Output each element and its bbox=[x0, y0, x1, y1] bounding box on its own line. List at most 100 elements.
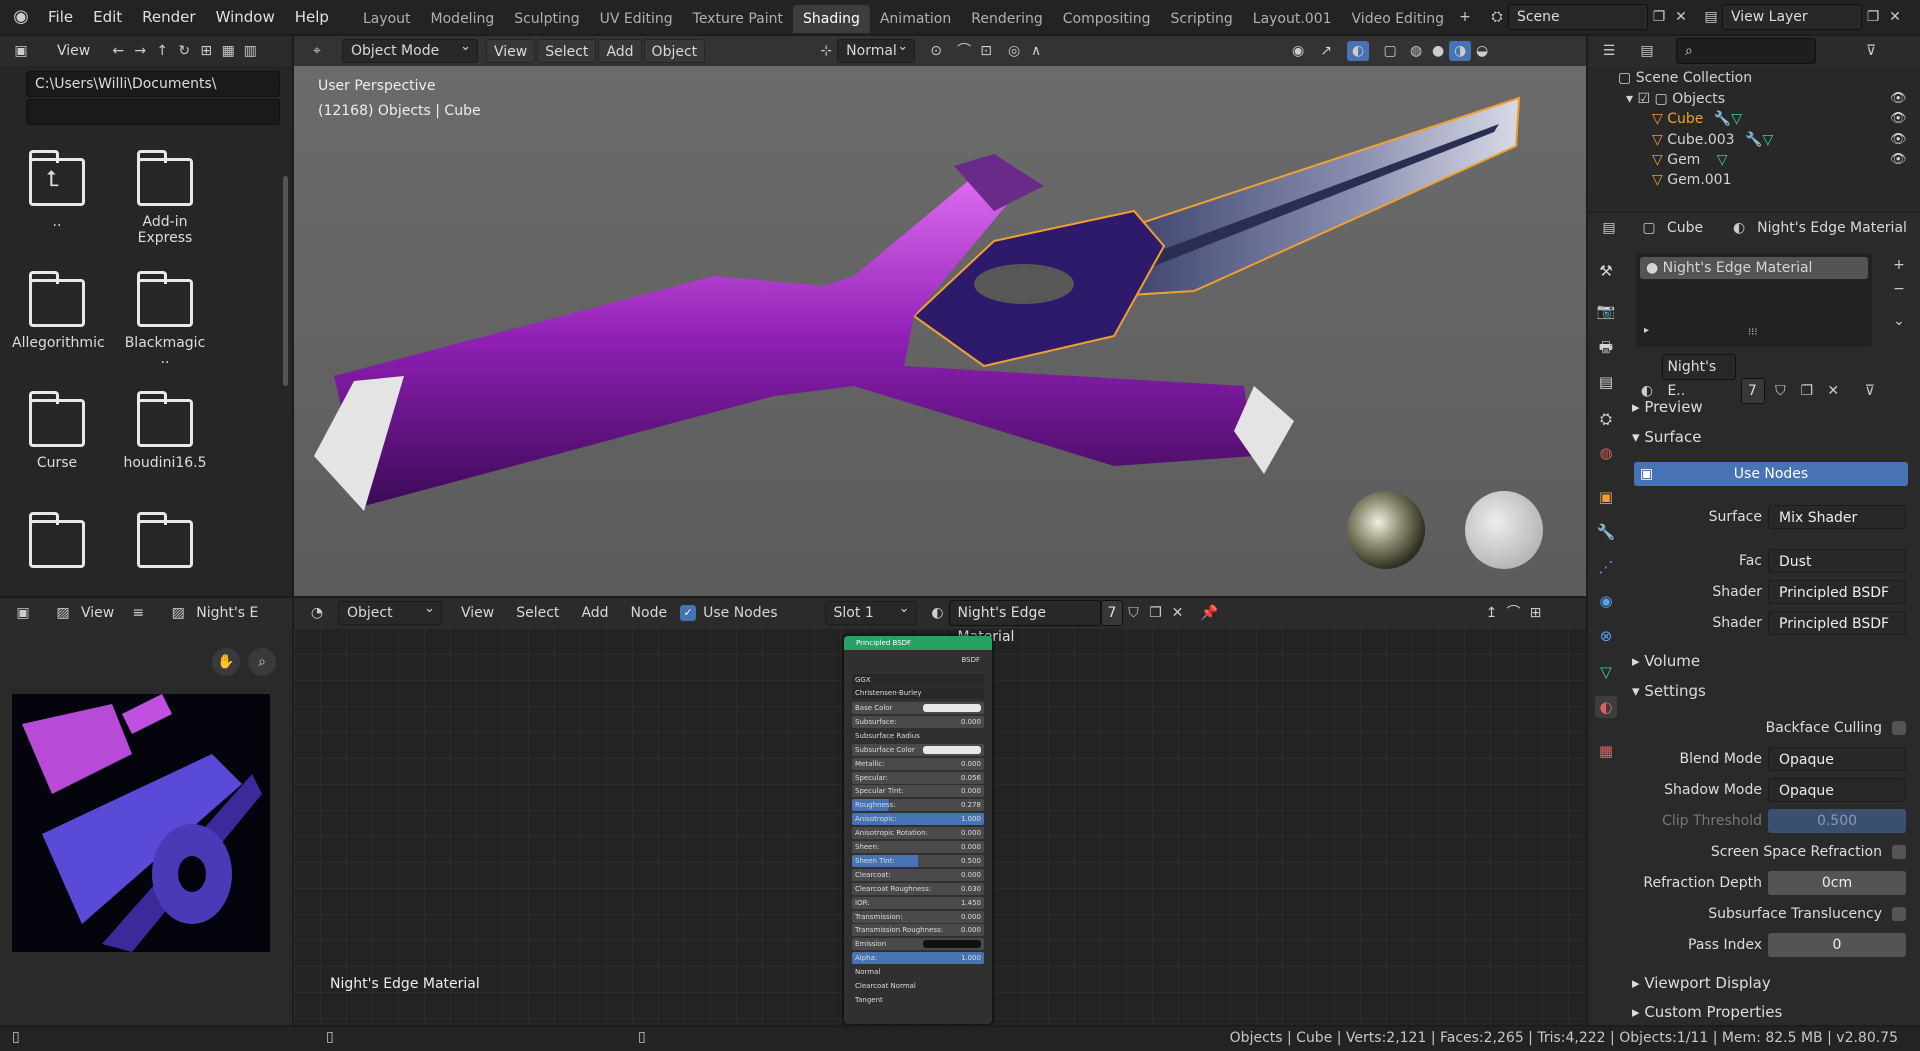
pan-hand-icon[interactable]: ✋ bbox=[212, 648, 240, 676]
blend-mode-dropdown[interactable]: Opaque bbox=[1768, 747, 1906, 771]
backface-checkbox[interactable] bbox=[1892, 721, 1906, 735]
display-mode-icon[interactable]: ▦ bbox=[217, 41, 239, 61]
distribution-dropdown[interactable]: GGX bbox=[852, 674, 984, 686]
viewport-menu-view[interactable]: View bbox=[486, 39, 536, 63]
prop-backface-culling[interactable]: Backface Culling bbox=[1636, 716, 1916, 742]
editor-type-icon[interactable]: ▤ bbox=[1598, 218, 1620, 238]
path-field[interactable]: C:\Users\Willi\Documents\ bbox=[26, 71, 280, 97]
node-input-row[interactable]: Specular Tint: 0.000 bbox=[852, 785, 984, 798]
shader-1-field[interactable]: Principled BSDF bbox=[1768, 580, 1906, 604]
node-input-row[interactable]: IOR: 1.450 bbox=[852, 896, 984, 909]
visibility-icon[interactable]: ◉ bbox=[1287, 41, 1309, 61]
view-menu[interactable]: View bbox=[74, 601, 121, 625]
image-browse-icon[interactable]: ▨ bbox=[167, 603, 189, 623]
image-name-field[interactable]: Night's E bbox=[189, 601, 265, 625]
node-menu-select[interactable]: Select bbox=[509, 601, 566, 625]
tab-layout-001[interactable]: Layout.001 bbox=[1243, 5, 1342, 33]
folder-curse[interactable]: Curse bbox=[12, 391, 102, 471]
snap-mode-icon[interactable]: ⊞ bbox=[1525, 603, 1547, 623]
texture-preview[interactable] bbox=[12, 694, 270, 952]
tab-modeling[interactable]: Modeling bbox=[421, 5, 505, 33]
transform-orientation-icon[interactable]: ⊹ bbox=[815, 41, 837, 61]
viewport-menu-object[interactable]: Object bbox=[643, 39, 706, 63]
clip-threshold-field[interactable]: 0.500 bbox=[1768, 809, 1906, 833]
view-layer-icon[interactable]: ▤ bbox=[1700, 7, 1722, 27]
scene-icon[interactable]: ⛭ bbox=[1486, 7, 1508, 27]
forward-icon[interactable]: → bbox=[129, 41, 151, 61]
node-input-row[interactable]: Sheen Tint: 0.500 bbox=[852, 854, 984, 867]
viewport-menu-add[interactable]: Add bbox=[598, 39, 642, 63]
node-menu-node[interactable]: Node bbox=[624, 601, 675, 625]
unlink-material-icon[interactable]: ✕ bbox=[1167, 603, 1189, 623]
node-input-row[interactable]: Transmission: 0.000 bbox=[852, 910, 984, 923]
folder-add-in-express[interactable]: Add-in Express bbox=[120, 150, 210, 246]
node-input-row[interactable]: Anisotropic: 1.000 bbox=[852, 813, 984, 826]
node-input-row[interactable]: Base Color bbox=[852, 702, 984, 714]
display-mode-icon[interactable]: ▤ bbox=[1636, 41, 1658, 61]
new-folder-icon[interactable]: ⊞ bbox=[195, 41, 217, 61]
render-tab-icon[interactable]: 📷 bbox=[1595, 300, 1617, 322]
sst-checkbox[interactable] bbox=[1892, 907, 1906, 921]
expand-icon[interactable]: ▸ bbox=[1644, 325, 1649, 336]
fac-field[interactable]: Dust bbox=[1768, 549, 1906, 573]
physics-tab-icon[interactable]: ◉ bbox=[1595, 590, 1617, 612]
tab-scripting[interactable]: Scripting bbox=[1161, 5, 1243, 33]
menu-file[interactable]: File bbox=[38, 0, 83, 34]
folder-houdini[interactable]: houdini16.5 bbox=[120, 391, 210, 471]
view-layer-field[interactable]: View Layer bbox=[1721, 4, 1862, 30]
viewport-canvas[interactable] bbox=[294, 36, 1586, 596]
parent-node-icon[interactable]: ↥ bbox=[1481, 603, 1503, 623]
falloff-icon[interactable]: ∧ bbox=[1025, 41, 1047, 61]
prop-ssr[interactable]: Screen Space Refraction bbox=[1636, 840, 1916, 866]
snap-icon[interactable]: ⌒ bbox=[1503, 603, 1525, 623]
use-nodes-button[interactable]: ▣ Use Nodes bbox=[1634, 462, 1908, 486]
particles-tab-icon[interactable]: ⋰ bbox=[1595, 556, 1617, 578]
outliner-item-cube-003[interactable]: ▽ Cube.003 🔧▽ bbox=[1652, 132, 1773, 148]
folder-7[interactable] bbox=[12, 512, 102, 576]
node-input-row[interactable]: Specular: 0.056 bbox=[852, 771, 984, 784]
image-mode-icon[interactable]: ▨ bbox=[52, 603, 74, 623]
proportional-icon[interactable]: ◎ bbox=[1003, 41, 1025, 61]
visibility-eye-icon[interactable]: 👁 bbox=[1890, 91, 1907, 106]
section-volume[interactable]: ▸ Volume bbox=[1632, 648, 1916, 674]
hamburger-menu-icon[interactable]: ≡ bbox=[127, 603, 149, 623]
solid-shading-icon[interactable]: ● bbox=[1427, 41, 1449, 61]
color-swatch[interactable] bbox=[923, 940, 981, 949]
shader-2-field[interactable]: Principled BSDF bbox=[1768, 611, 1906, 635]
tab-animation[interactable]: Animation bbox=[870, 5, 961, 33]
modifier-tab-icon[interactable]: 🔧 bbox=[1595, 521, 1617, 543]
remove-slot-icon[interactable]: − bbox=[1888, 279, 1910, 299]
material-shading-icon[interactable]: ◑ bbox=[1449, 41, 1472, 61]
section-settings[interactable]: ▾ Settings bbox=[1632, 678, 1916, 704]
scene-collection-row[interactable]: ▢ Scene Collection bbox=[1618, 70, 1752, 86]
outliner-item-gem[interactable]: ▽ Gem ▽ bbox=[1652, 152, 1728, 168]
add-workspace-icon[interactable]: + bbox=[1454, 7, 1476, 27]
tab-compositing[interactable]: Compositing bbox=[1053, 5, 1161, 33]
tab-sculpting[interactable]: Sculpting bbox=[504, 5, 589, 33]
tab-layout[interactable]: Layout bbox=[353, 5, 421, 33]
use-nodes-checkbox[interactable]: ✓ bbox=[680, 605, 697, 621]
node-header[interactable]: Principled BSDF bbox=[844, 636, 992, 650]
pin-icon[interactable]: 📌 bbox=[1199, 603, 1221, 623]
scene-tab-icon[interactable]: ⛭ bbox=[1595, 408, 1617, 430]
material-name-field[interactable]: Night's Edge Material bbox=[948, 600, 1101, 645]
constraints-tab-icon[interactable]: ⊗ bbox=[1595, 625, 1617, 647]
scene-field[interactable]: Scene bbox=[1507, 4, 1648, 30]
node-input-row[interactable]: Emission bbox=[852, 938, 984, 951]
material-slot-item[interactable]: ● Night's Edge Material bbox=[1640, 257, 1868, 279]
thumbnail-icon[interactable]: ▥ bbox=[239, 41, 261, 61]
snap-target-icon[interactable]: ⊡ bbox=[975, 41, 997, 61]
node-input-row[interactable]: Tangent bbox=[852, 994, 984, 1006]
refresh-icon[interactable]: ↻ bbox=[173, 41, 195, 61]
editor-type-icon[interactable]: ☰ bbox=[1598, 41, 1620, 61]
close-scene-icon[interactable]: ✕ bbox=[1670, 7, 1692, 27]
tab-texture-paint[interactable]: Texture Paint bbox=[683, 5, 793, 33]
snap-icon[interactable]: ⌒ bbox=[953, 41, 975, 61]
folder-blackmagic[interactable]: Blackmagic .. bbox=[120, 271, 210, 367]
visibility-eye-icon[interactable]: 👁 bbox=[1890, 132, 1907, 147]
orientation-dropdown[interactable]: Normal bbox=[837, 36, 916, 63]
node-input-row[interactable]: Normal bbox=[852, 966, 984, 978]
resize-handle-icon[interactable]: ⁝⁝⁝ bbox=[1748, 327, 1758, 338]
surface-shader-field[interactable]: Mix Shader bbox=[1768, 505, 1906, 529]
new-view-layer-icon[interactable]: ❐ bbox=[1862, 7, 1884, 27]
